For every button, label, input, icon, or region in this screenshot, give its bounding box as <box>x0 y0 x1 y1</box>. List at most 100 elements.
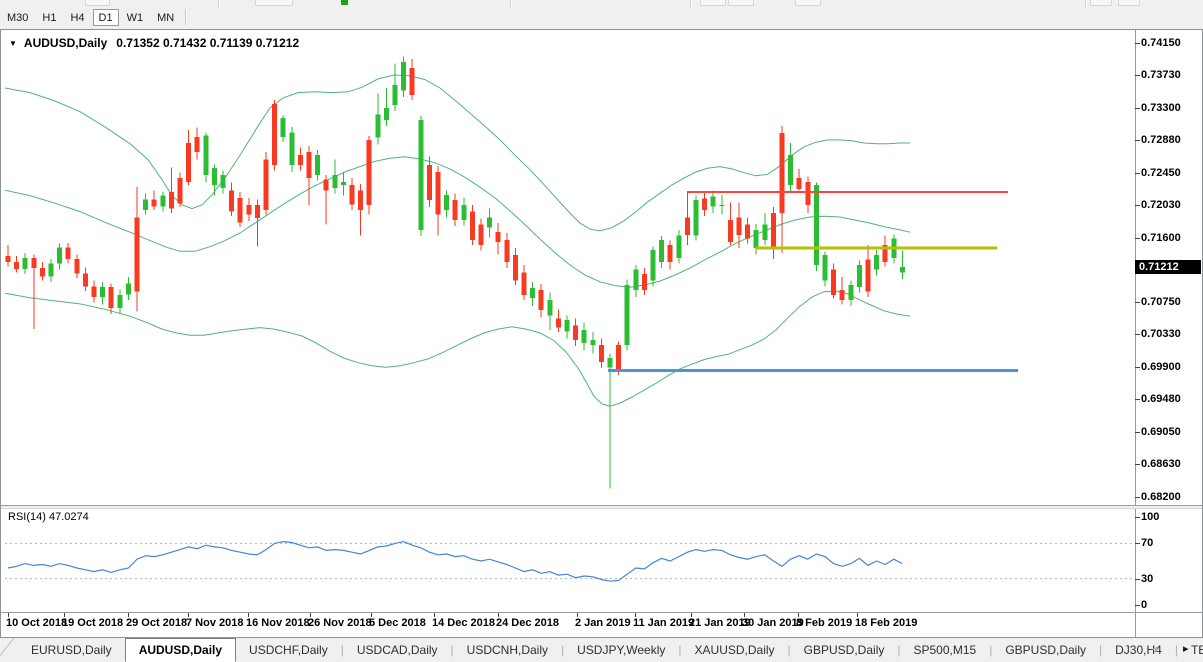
candle-body <box>358 190 363 210</box>
candle-body <box>866 260 871 292</box>
price-tick-label: 0.73300 <box>1141 102 1199 114</box>
candle-body <box>616 345 621 370</box>
candle-body <box>900 267 905 273</box>
price-tick <box>1135 205 1140 206</box>
toolbar-button-partial[interactable] <box>1090 0 1112 6</box>
price-tick <box>1135 302 1140 303</box>
price-tick-label: 0.68630 <box>1141 458 1199 470</box>
candle-body <box>831 270 836 295</box>
candle-body <box>307 152 312 178</box>
candle-body <box>625 285 630 345</box>
rsi-tick-label: 30 <box>1141 573 1199 585</box>
pane-splitter[interactable] <box>1 505 1202 509</box>
chart-tab-usdcnh-daily[interactable]: USDCNH,Daily <box>454 639 561 662</box>
buy-icon[interactable] <box>341 0 348 5</box>
date-tick-label: 7 Nov 2018 <box>186 617 243 629</box>
chart-tab-tech100[interactable]: TECH100, <box>1178 639 1203 662</box>
candle-body <box>126 283 131 294</box>
price-tick <box>1135 238 1140 239</box>
rsi-tick-label: 70 <box>1141 537 1199 549</box>
candle-body <box>100 287 105 297</box>
chart-tab-audusd-daily[interactable]: AUDUSD,Daily <box>125 638 236 662</box>
candle-body <box>401 62 406 90</box>
rsi-indicator-label: RSI(14) 47.0274 <box>8 511 89 523</box>
timeframe-button-w1[interactable]: W1 <box>121 9 150 26</box>
symbol-dropdown-icon[interactable]: ▼ <box>9 39 17 48</box>
candle-body <box>281 118 286 137</box>
chart-tab-sp500-m15[interactable]: SP500,M15 <box>900 639 989 662</box>
candle-body <box>74 259 79 274</box>
timeframe-button-h1[interactable]: H1 <box>36 9 62 26</box>
date-tick-label: 29 Oct 2018 <box>126 617 187 629</box>
candle-body <box>264 160 269 210</box>
toolbar-button-partial[interactable] <box>795 0 821 6</box>
price-tick <box>1135 75 1140 76</box>
price-chart-canvas[interactable] <box>5 30 1135 612</box>
toolbar-button-partial[interactable] <box>255 0 293 6</box>
price-tick-label: 0.74150 <box>1141 37 1199 49</box>
date-tick-label: 26 Nov 2018 <box>308 617 372 629</box>
candle-body <box>651 250 656 280</box>
candle-body <box>203 135 208 175</box>
candle-body <box>169 192 174 209</box>
candle-body <box>496 232 501 242</box>
chart-tab-usdcad-daily[interactable]: USDCAD,Daily <box>344 639 451 662</box>
toolbar-button-partial[interactable] <box>728 0 754 6</box>
toolbar-button-partial[interactable] <box>700 0 726 6</box>
candle-body <box>229 190 234 211</box>
candle-body <box>565 320 570 331</box>
tab-scroll-right-icon[interactable]: ▸ <box>1183 642 1189 655</box>
candle-body <box>737 218 742 236</box>
chart-tab-usdchf-daily[interactable]: USDCHF,Daily <box>236 639 341 662</box>
chart-tab-eurusd-daily[interactable]: EURUSD,Daily <box>18 639 125 662</box>
candle-body <box>298 155 303 165</box>
candle-body <box>659 240 664 262</box>
candle-body <box>780 133 785 213</box>
timeframe-toolbar: M30H1H4D1W1MN <box>0 7 1203 29</box>
timeframe-button-mn[interactable]: MN <box>151 9 180 26</box>
candle-body <box>702 199 707 210</box>
price-tick <box>1135 497 1140 498</box>
timeframe-button-d1[interactable]: D1 <box>93 9 119 26</box>
candle-body <box>315 155 320 175</box>
toolbar-button-partial[interactable] <box>85 0 110 6</box>
candle-body <box>453 200 458 220</box>
candle-body <box>14 262 19 269</box>
symbol-label: AUDUSD,Daily <box>24 36 107 50</box>
candle-body <box>461 205 466 220</box>
candle-body <box>341 182 346 185</box>
candle-body <box>848 285 853 300</box>
candle-body <box>762 225 767 240</box>
chart-tab-gbpusd-daily[interactable]: GBPUSD,Daily <box>992 639 1099 662</box>
date-tick-label: 5 Dec 2018 <box>369 617 426 629</box>
price-tick <box>1135 108 1140 109</box>
timeframe-button-m30[interactable]: M30 <box>1 9 34 26</box>
chart-tab-usdjpy-weekly[interactable]: USDJPY,Weekly <box>564 639 678 662</box>
candle-body <box>384 108 389 120</box>
candle-body <box>436 172 441 215</box>
candle-body <box>608 358 613 367</box>
price-tick-label: 0.69480 <box>1141 393 1199 405</box>
chart-tab-gbpusd-daily[interactable]: GBPUSD,Daily <box>791 639 898 662</box>
candle-body <box>255 205 260 218</box>
candle-body <box>160 196 165 207</box>
candle-body <box>556 318 561 327</box>
chart-tab-xauusd-daily[interactable]: XAUUSD,Daily <box>682 639 788 662</box>
candle-body <box>754 230 759 248</box>
candle-body <box>857 265 862 287</box>
candle-body <box>840 290 845 300</box>
toolbar-button-partial[interactable] <box>1118 0 1140 6</box>
price-tick <box>1135 334 1140 335</box>
candle-body <box>513 255 518 280</box>
candle-body <box>418 120 423 230</box>
mt4-terminal: M30H1H4D1W1MN ▼AUDUSD,Daily0.71352 0.714… <box>0 0 1203 662</box>
candle-body <box>83 273 88 286</box>
candle-body <box>427 165 432 200</box>
timeframe-button-h4[interactable]: H4 <box>64 9 90 26</box>
candle-body <box>504 240 509 262</box>
chart-tab-dj30-h4[interactable]: DJ30,H4 <box>1102 639 1175 662</box>
price-tick <box>1135 432 1140 433</box>
candle-body <box>186 143 191 182</box>
tab-scroll-left-icon[interactable]: ◂ <box>1152 642 1158 655</box>
rsi-line <box>8 542 902 582</box>
